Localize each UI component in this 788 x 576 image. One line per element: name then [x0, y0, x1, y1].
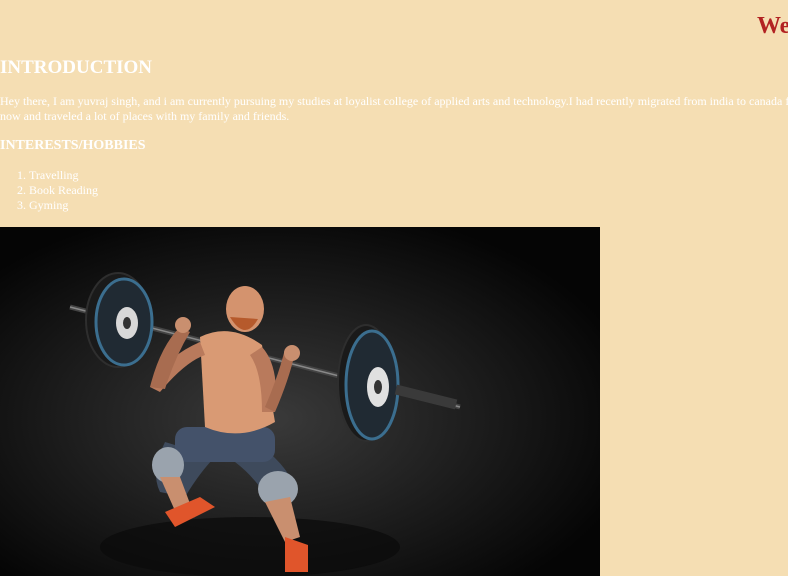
introduction-text: Hey there, I am yuvraj singh, and i am c…: [0, 94, 788, 123]
weightlifter-illustration: [69, 272, 461, 576]
hobby-item-travelling: Travelling: [29, 168, 98, 183]
introduction-heading: INTRODUCTION: [0, 57, 153, 78]
hobbies-heading: INTERESTS/HOBBIES: [0, 138, 146, 153]
welcome-heading: We: [757, 13, 788, 39]
right-plate: [337, 324, 400, 442]
hobby-list: Travelling Book Reading Gyming: [0, 168, 98, 213]
page: We INTRODUCTION Hey there, I am yuvraj s…: [0, 0, 788, 576]
hobby-item-book-reading: Book Reading: [29, 183, 98, 198]
hobby-item-gyming: Gyming: [29, 198, 98, 213]
weightlifter-photo: [0, 227, 600, 576]
left-plate: [85, 272, 154, 368]
